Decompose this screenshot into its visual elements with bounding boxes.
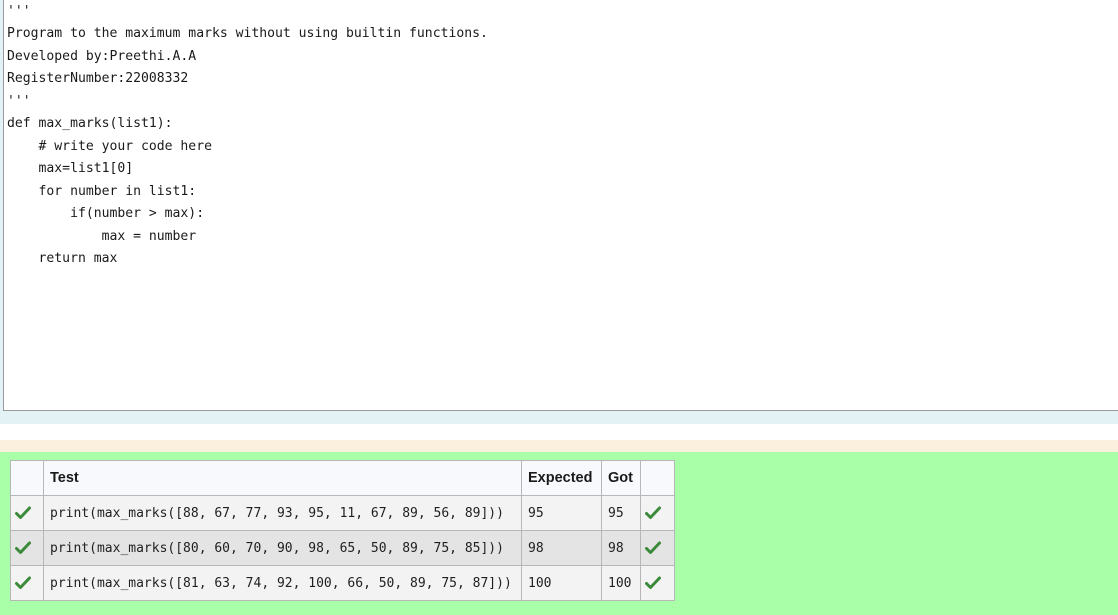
test-results-panel: Test Expected Got print(max_marks([88, 6… <box>0 452 1118 615</box>
code-line[interactable]: Developed by:Preethi.A.A <box>7 47 196 67</box>
check-icon <box>15 541 31 554</box>
row-status-cell <box>10 565 44 601</box>
code-line[interactable]: ''' <box>7 2 31 22</box>
got-value: 95 <box>601 495 641 531</box>
code-line[interactable]: max=list1[0] <box>7 159 134 179</box>
header-expected: Expected <box>521 460 602 496</box>
check-icon <box>645 506 661 519</box>
table-header-row: Test Expected Got <box>10 460 675 496</box>
check-icon <box>645 541 661 554</box>
code-line[interactable]: if(number > max): <box>7 204 204 224</box>
row-status-cell-2 <box>640 565 675 601</box>
header-status-2 <box>640 460 675 496</box>
row-status-cell-2 <box>640 530 675 566</box>
check-icon <box>15 576 31 589</box>
got-value: 98 <box>601 530 641 566</box>
table-row: print(max_marks([80, 60, 70, 90, 98, 65,… <box>10 530 675 566</box>
code-editor-container: ''' Program to the maximum marks without… <box>0 0 1118 424</box>
test-code: print(max_marks([81, 63, 74, 92, 100, 66… <box>43 565 522 601</box>
test-code: print(max_marks([88, 67, 77, 93, 95, 11,… <box>43 495 522 531</box>
row-status-cell-2 <box>640 495 675 531</box>
code-line[interactable]: RegisterNumber:22008332 <box>7 69 188 89</box>
test-results-table: Test Expected Got print(max_marks([88, 6… <box>10 460 675 601</box>
table-row: print(max_marks([81, 63, 74, 92, 100, 66… <box>10 565 675 601</box>
row-status-cell <box>10 495 44 531</box>
row-status-cell <box>10 530 44 566</box>
expected-value: 95 <box>521 495 602 531</box>
header-got: Got <box>601 460 641 496</box>
code-line[interactable]: # write your code here <box>7 137 212 157</box>
check-icon <box>15 506 31 519</box>
code-line[interactable]: max = number <box>7 227 197 247</box>
got-value: 100 <box>601 565 641 601</box>
divider-band <box>0 440 1118 452</box>
code-line[interactable]: return max <box>7 249 118 269</box>
table-row: print(max_marks([88, 67, 77, 93, 95, 11,… <box>10 495 675 531</box>
code-editor[interactable]: ''' Program to the maximum marks without… <box>3 0 1118 411</box>
test-code: print(max_marks([80, 60, 70, 90, 98, 65,… <box>43 530 522 566</box>
spacer <box>0 424 1118 440</box>
expected-value: 98 <box>521 530 602 566</box>
code-line[interactable]: def max_marks(list1): <box>7 114 173 134</box>
expected-value: 100 <box>521 565 602 601</box>
code-line[interactable]: for number in list1: <box>7 182 197 202</box>
check-icon <box>645 576 661 589</box>
code-line[interactable]: Program to the maximum marks without usi… <box>7 24 488 44</box>
header-status <box>10 460 44 496</box>
code-line[interactable]: ''' <box>7 92 31 112</box>
header-test: Test <box>43 460 522 496</box>
